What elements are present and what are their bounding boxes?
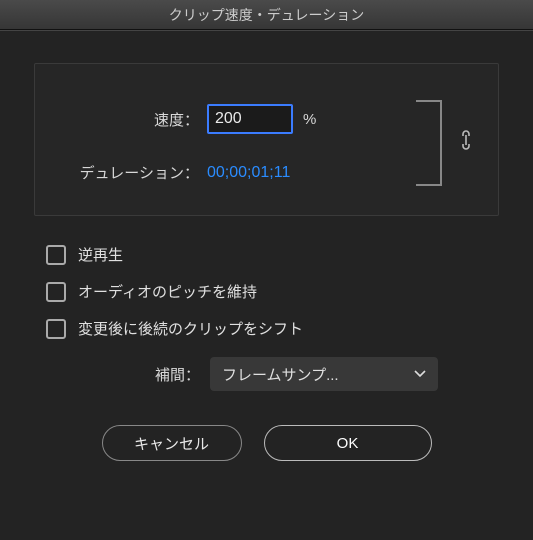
interpolation-dropdown[interactable]: フレームサンプ... [210,357,438,391]
duration-value[interactable]: 00;00;01;11 [207,164,290,182]
interpolation-row: 補間： フレームサンプ... [34,357,499,391]
chevron-down-icon [414,367,426,381]
checkbox-box [46,319,66,339]
percent-label: % [303,111,316,128]
speed-duration-panel: 速度： % デュレーション： 00;00;01;11 [34,63,499,216]
checkbox-box [46,245,66,265]
speed-input[interactable] [207,104,293,134]
reverse-label: 逆再生 [78,244,123,265]
button-row: キャンセル OK [34,425,499,461]
cancel-button[interactable]: キャンセル [102,425,242,461]
interpolation-label: 補間： [46,364,210,385]
speed-row: 速度： % [57,104,476,134]
shift-label: 変更後に後続のクリップをシフト [78,318,303,339]
ok-button[interactable]: OK [264,425,432,461]
checkbox-box [46,282,66,302]
duration-row: デュレーション： 00;00;01;11 [57,162,476,183]
interpolation-value: フレームサンプ... [222,364,339,385]
link-icon[interactable] [458,130,474,155]
pitch-checkbox[interactable]: オーディオのピッチを維持 [46,281,499,302]
dialog-body: 速度： % デュレーション： 00;00;01;11 逆再生 オーディオのピッチ… [0,30,533,540]
reverse-checkbox[interactable]: 逆再生 [46,244,499,265]
speed-label: 速度： [57,109,207,130]
dialog-title: クリップ速度・デュレーション [169,5,364,25]
title-bar: クリップ速度・デュレーション [0,0,533,30]
shift-checkbox[interactable]: 変更後に後続のクリップをシフト [46,318,499,339]
link-bracket [416,100,442,186]
pitch-label: オーディオのピッチを維持 [78,281,257,302]
checkbox-group: 逆再生 オーディオのピッチを維持 変更後に後続のクリップをシフト [34,244,499,339]
duration-label: デュレーション： [57,162,207,183]
